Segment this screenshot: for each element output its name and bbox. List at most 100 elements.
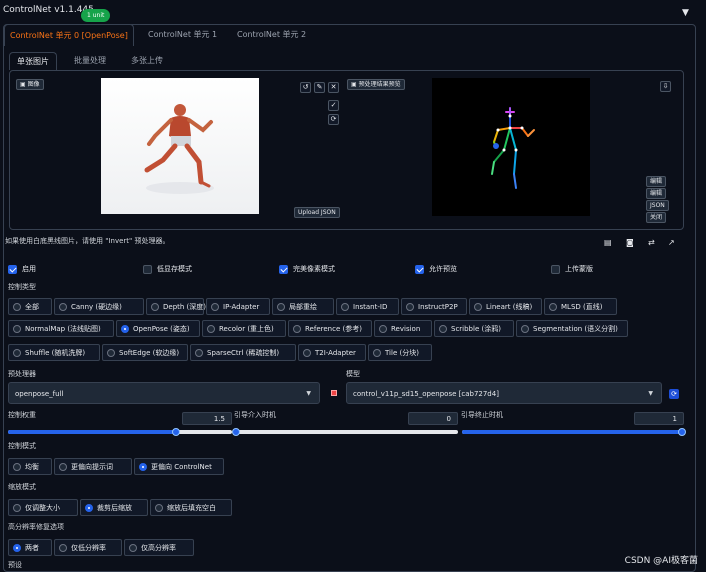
control-type-option[interactable]: 全部 bbox=[8, 298, 52, 315]
tab-unit-2[interactable]: ControlNet 单元 2 bbox=[232, 24, 311, 46]
refresh-models-icon[interactable]: ⟳ bbox=[669, 389, 679, 399]
radio-dot[interactable] bbox=[13, 324, 21, 333]
control-type-option[interactable]: Reference (参考) bbox=[288, 320, 372, 337]
start-step-slider[interactable] bbox=[232, 428, 458, 436]
control-type-option[interactable]: Scribble (涂鸦) bbox=[434, 320, 514, 337]
radio-dot[interactable] bbox=[439, 324, 447, 333]
lowvram-checkbox[interactable]: 低显存模式 bbox=[143, 264, 192, 274]
control-type-option[interactable]: SoftEdge (软边缘) bbox=[102, 344, 188, 361]
control-type-option[interactable]: Depth (深度) bbox=[146, 298, 206, 315]
control-type-option[interactable]: NormalMap (法线贴图) bbox=[8, 320, 114, 337]
radio-dot[interactable] bbox=[207, 324, 215, 333]
control-type-option[interactable]: Tile (分块) bbox=[368, 344, 432, 361]
pixel-perfect-checkbox[interactable]: 完美像素模式 bbox=[279, 264, 335, 274]
radio-dot[interactable] bbox=[303, 348, 311, 357]
radio-dot[interactable] bbox=[293, 324, 301, 333]
scribble-icon[interactable]: ✓ bbox=[328, 100, 339, 111]
input-image[interactable] bbox=[101, 78, 259, 214]
hires-both[interactable]: 两者 bbox=[8, 539, 52, 556]
preprocessor-select[interactable]: openpose_full ▼ bbox=[8, 382, 320, 404]
radio-dot[interactable] bbox=[13, 503, 21, 512]
radio-dot[interactable] bbox=[13, 302, 21, 311]
control-mode-controlnet[interactable]: 更偏向 ControlNet bbox=[134, 458, 224, 475]
start-step-input[interactable]: 0 bbox=[408, 412, 458, 425]
radio-dot[interactable] bbox=[129, 543, 137, 552]
allow-preview-checkbox-box[interactable] bbox=[415, 264, 424, 274]
radio-dot[interactable] bbox=[521, 324, 529, 333]
swap-icon[interactable]: ⇄ bbox=[648, 238, 655, 247]
control-type-option[interactable]: Canny (硬边缘) bbox=[54, 298, 144, 315]
edit-button[interactable]: 编辑 bbox=[646, 176, 667, 187]
radio-dot[interactable] bbox=[195, 348, 203, 357]
resize-mode-just-resize[interactable]: 仅调整大小 bbox=[8, 499, 78, 516]
download-icon[interactable]: ⇩ bbox=[660, 81, 671, 92]
close-icon[interactable]: ✕ bbox=[328, 82, 339, 93]
model-select[interactable]: control_v11p_sd15_openpose [cab727d4] ▼ bbox=[346, 382, 662, 404]
tab-batch[interactable]: 批量处理 bbox=[67, 52, 113, 70]
radio-dot[interactable] bbox=[406, 302, 414, 311]
control-type-option[interactable]: IP-Adapter bbox=[206, 298, 270, 315]
hires-low-only[interactable]: 仅低分辨率 bbox=[54, 539, 122, 556]
control-type-option[interactable]: MLSD (直线) bbox=[544, 298, 617, 315]
weight-slider[interactable] bbox=[8, 428, 232, 436]
radio-dot[interactable] bbox=[59, 302, 67, 311]
file-icon[interactable]: ▤ bbox=[604, 238, 612, 247]
close-button[interactable]: 关闭 bbox=[646, 212, 667, 223]
control-type-option[interactable]: T2I-Adapter bbox=[298, 344, 366, 361]
control-type-option[interactable]: Revision bbox=[374, 320, 432, 337]
tab-unit-0[interactable]: ControlNet 单元 0 [OpenPose] bbox=[4, 24, 134, 46]
control-type-option[interactable]: Instant-ID bbox=[336, 298, 399, 315]
lowvram-checkbox-box[interactable] bbox=[143, 264, 152, 274]
upload-mask-checkbox-box[interactable] bbox=[551, 264, 560, 274]
radio-dot-selected[interactable] bbox=[13, 543, 21, 552]
resize-mode-fill[interactable]: 缩放后填充空白 bbox=[150, 499, 232, 516]
control-type-option[interactable]: SparseCtrl (稀疏控制) bbox=[190, 344, 296, 361]
upload-mask-checkbox[interactable]: 上传蒙版 bbox=[551, 264, 593, 274]
control-type-option[interactable]: Shuffle (随机洗牌) bbox=[8, 344, 100, 361]
resize-mode-crop[interactable]: 裁剪后缩放 bbox=[80, 499, 148, 516]
tab-unit-1[interactable]: ControlNet 单元 1 bbox=[143, 24, 222, 46]
end-step-slider-thumb[interactable] bbox=[678, 428, 686, 436]
control-type-option[interactable]: Lineart (线稿) bbox=[469, 298, 542, 315]
radio-dot-selected[interactable] bbox=[121, 324, 129, 333]
preview-result-button[interactable]: ▣ 预处理结果预览 bbox=[347, 79, 405, 90]
undo-icon[interactable]: ↺ bbox=[300, 82, 311, 93]
edit-button-2[interactable]: 编辑 bbox=[646, 188, 667, 199]
collapse-toggle-icon[interactable]: ▼ bbox=[682, 8, 689, 18]
control-type-option[interactable]: InstructP2P bbox=[401, 298, 467, 315]
radio-dot[interactable] bbox=[13, 462, 21, 471]
send-icon[interactable]: ↗ bbox=[668, 238, 675, 247]
tab-multi-upload[interactable]: 多张上传 bbox=[124, 52, 170, 70]
allow-preview-checkbox[interactable]: 允许预览 bbox=[415, 264, 457, 274]
radio-dot[interactable] bbox=[59, 462, 67, 471]
openpose-preview-image[interactable] bbox=[432, 78, 590, 216]
radio-dot[interactable] bbox=[211, 302, 219, 311]
camera-icon[interactable]: ◙ bbox=[626, 238, 634, 247]
control-mode-balanced[interactable]: 均衡 bbox=[8, 458, 52, 475]
radio-dot[interactable] bbox=[277, 302, 285, 311]
control-mode-prompt[interactable]: 更偏向提示词 bbox=[54, 458, 132, 475]
control-type-openpose[interactable]: OpenPose (姿态) bbox=[116, 320, 200, 337]
radio-dot[interactable] bbox=[151, 302, 159, 311]
control-type-option[interactable]: Recolor (重上色) bbox=[202, 320, 286, 337]
radio-dot[interactable] bbox=[155, 503, 163, 512]
end-step-slider[interactable] bbox=[462, 428, 686, 436]
radio-dot[interactable] bbox=[59, 543, 67, 552]
enable-checkbox-box[interactable] bbox=[8, 264, 17, 274]
tab-single-image[interactable]: 单张图片 bbox=[9, 52, 57, 70]
weight-slider-thumb[interactable] bbox=[172, 428, 180, 436]
radio-dot[interactable] bbox=[13, 348, 21, 357]
control-type-option[interactable]: Segmentation (语义分割) bbox=[516, 320, 628, 337]
enable-checkbox[interactable]: 启用 bbox=[8, 264, 36, 274]
radio-dot[interactable] bbox=[107, 348, 115, 357]
start-step-slider-thumb[interactable] bbox=[232, 428, 240, 436]
weight-input[interactable]: 1.5 bbox=[182, 412, 232, 425]
radio-dot[interactable] bbox=[474, 302, 482, 311]
end-step-input[interactable]: 1 bbox=[634, 412, 684, 425]
control-type-option[interactable]: 局部重绘 bbox=[272, 298, 334, 315]
hires-high-only[interactable]: 仅高分辨率 bbox=[124, 539, 194, 556]
run-preprocessor-icon[interactable] bbox=[331, 390, 337, 396]
radio-dot-selected[interactable] bbox=[139, 462, 147, 471]
edit-icon[interactable]: ✎ bbox=[314, 82, 325, 93]
upload-json-button[interactable]: Upload JSON bbox=[294, 207, 340, 218]
